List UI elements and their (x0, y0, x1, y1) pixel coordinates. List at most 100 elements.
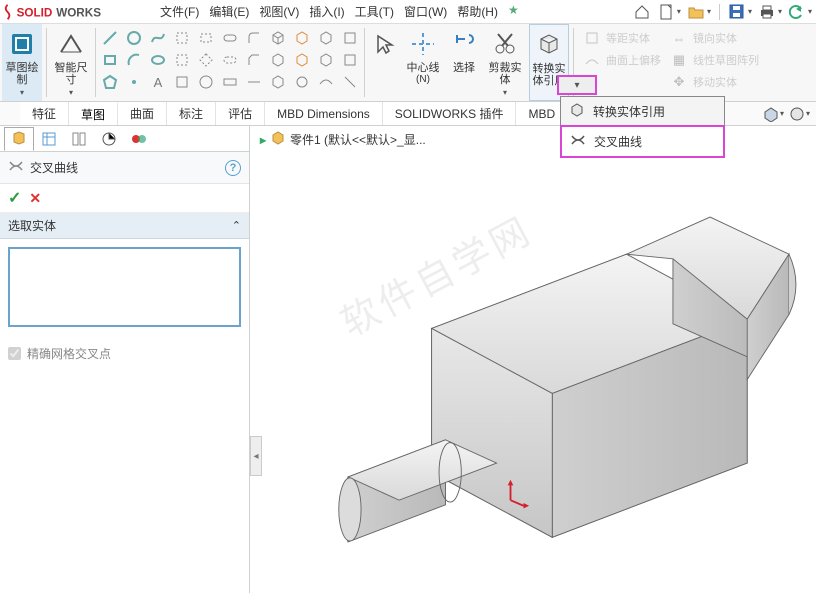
tab-evaluate[interactable]: 评估 (216, 102, 265, 125)
centerline-button[interactable]: 中心线 (N) (403, 24, 443, 101)
sketch-button[interactable]: 草图绘制 (2, 24, 42, 101)
chevron-down-icon[interactable]: ▾ (806, 109, 810, 118)
cube-icon-1[interactable] (268, 28, 288, 48)
tab-sw-addins[interactable]: SOLIDWORKS 插件 (383, 102, 517, 125)
entity-selection-box[interactable] (8, 247, 241, 327)
text-icon[interactable]: A (148, 72, 168, 92)
ellipse-icon[interactable] (148, 50, 168, 70)
dropdown-trigger[interactable]: ▾ (557, 75, 597, 95)
trim-label: 剪裁实体 (485, 62, 525, 86)
cube-icon-12[interactable] (340, 72, 360, 92)
phantom-2-icon[interactable] (196, 72, 216, 92)
tab-mbd-dimensions[interactable]: MBD Dimensions (265, 102, 383, 125)
menu-file[interactable]: 文件(F) (160, 3, 199, 20)
surface-offset-label: 曲面上偏移 (606, 52, 661, 68)
select-button[interactable]: 选择 (447, 24, 481, 101)
pm-section-label: 选取实体 (8, 217, 56, 234)
dimxpert-tab[interactable] (94, 127, 124, 151)
cube-icon-8[interactable] (340, 50, 360, 70)
cube-icon-2[interactable] (292, 28, 312, 48)
config-tab[interactable] (64, 127, 94, 151)
cursor-button[interactable] (369, 24, 399, 101)
pm-section-body (0, 239, 249, 335)
polygon-icon[interactable] (100, 72, 120, 92)
feature-manager-tab[interactable] (4, 127, 34, 151)
precise-mesh-label: 精确网格交叉点 (27, 345, 111, 362)
open-icon[interactable] (687, 3, 705, 21)
display-style-icon[interactable] (788, 105, 806, 123)
model-view (270, 166, 816, 593)
sketch-entities-group: A (98, 24, 266, 101)
menu-items: 文件(F) 编辑(E) 视图(V) 插入(I) 工具(T) 窗口(W) 帮助(H… (160, 3, 519, 20)
chevron-down-icon[interactable]: ▾ (780, 109, 784, 118)
cube-icon-7[interactable] (316, 50, 336, 70)
cube-icon-5[interactable] (268, 50, 288, 70)
cube-icon-10[interactable] (292, 72, 312, 92)
trim-button[interactable]: 剪裁实体 (485, 24, 525, 101)
menu-help[interactable]: 帮助(H) (457, 3, 498, 20)
ok-button[interactable]: ✓ (8, 188, 21, 208)
offset-icon (582, 28, 602, 48)
circle-icon[interactable] (124, 28, 144, 48)
phantom-3-icon[interactable] (220, 72, 240, 92)
new-doc-icon[interactable] (657, 3, 675, 21)
breadcrumb-arrow-icon: ▸ (260, 133, 266, 147)
chevron-down-icon[interactable] (20, 86, 24, 99)
intersection-small-icon (570, 132, 586, 151)
phantom-1-icon[interactable] (172, 72, 192, 92)
tab-sketch[interactable]: 草图 (69, 102, 118, 125)
phantom-poly-icon[interactable] (196, 50, 216, 70)
smart-dimension-label: 智能尺寸 (51, 62, 91, 86)
smart-dimension-button[interactable]: 智能尺寸 (51, 24, 91, 101)
menu-view[interactable]: 视图(V) (259, 3, 299, 20)
cube-icon-6[interactable] (292, 50, 312, 70)
cube-icon-9[interactable] (268, 72, 288, 92)
cancel-button[interactable]: ✕ (29, 190, 41, 207)
print-icon[interactable] (758, 3, 776, 21)
view-orientation-icon[interactable] (762, 105, 780, 123)
tab-features[interactable]: 特征 (20, 102, 69, 125)
graphics-viewport[interactable]: ▸ 零件1 (默认<<默认>_显... ◂ 软件自学网 (250, 126, 816, 593)
appearance-tab[interactable] (124, 127, 154, 151)
svg-text:WORKS: WORKS (56, 6, 101, 19)
panel-collapse-handle[interactable]: ◂ (250, 436, 262, 476)
phantom-rect-icon[interactable] (172, 50, 192, 70)
dropdown-item-convert[interactable]: 转换实体引用 (561, 97, 724, 126)
cube-icon-4[interactable] (340, 28, 360, 48)
slot-icon[interactable] (220, 28, 240, 48)
tab-annotate[interactable]: 标注 (167, 102, 216, 125)
chamfer-sk-icon[interactable] (244, 50, 264, 70)
poly-icon[interactable] (196, 28, 216, 48)
cube-icon-11[interactable] (316, 72, 336, 92)
viewport-breadcrumb[interactable]: ▸ 零件1 (默认<<默认>_显... (260, 130, 426, 149)
save-icon[interactable] (728, 3, 746, 21)
arc-icon[interactable] (124, 50, 144, 70)
menu-tools[interactable]: 工具(T) (355, 3, 394, 20)
menu-insert[interactable]: 插入(I) (309, 3, 344, 20)
menu-edit[interactable]: 编辑(E) (209, 3, 249, 20)
tab-surfaces[interactable]: 曲面 (118, 102, 167, 125)
help-icon[interactable]: ? (225, 160, 241, 176)
phantom-4-icon[interactable] (244, 72, 264, 92)
pm-section-header[interactable]: 选取实体 ⌃ (0, 213, 249, 239)
line-icon[interactable] (100, 28, 120, 48)
undo-icon[interactable] (788, 3, 806, 21)
dropdown-item-intersection[interactable]: 交叉曲线 (560, 125, 725, 158)
dropdown-item-intersection-label: 交叉曲线 (594, 133, 642, 150)
menu-star[interactable]: ★ (508, 3, 519, 20)
rectangle-icon[interactable] (100, 50, 120, 70)
property-tab[interactable] (34, 127, 64, 151)
select-icon (448, 28, 480, 60)
rect-icon[interactable] (172, 28, 192, 48)
chevron-down-icon[interactable] (69, 86, 73, 99)
phantom-slot-icon[interactable] (220, 50, 240, 70)
home-icon[interactable] (633, 3, 651, 21)
menu-window[interactable]: 窗口(W) (404, 3, 447, 20)
sketch-tools-group (266, 24, 362, 101)
chevron-down-icon[interactable] (503, 86, 507, 99)
cube-icon-3[interactable] (316, 28, 336, 48)
spline-icon[interactable] (148, 28, 168, 48)
point-icon[interactable] (124, 72, 144, 92)
tabstrip-right-icons: ▾ ▾ (762, 105, 810, 123)
fillet-sk-icon[interactable] (244, 28, 264, 48)
